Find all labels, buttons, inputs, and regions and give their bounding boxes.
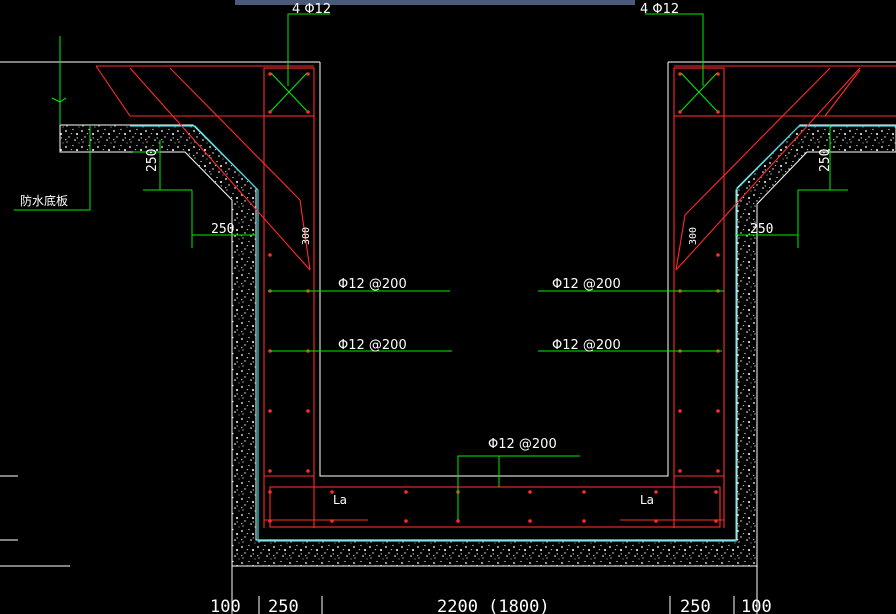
dim-right-250-vertical: 250 [818,149,833,172]
dim-left-250-horizontal: 250 [211,222,234,237]
cad-drawing-canvas: 4 Φ12 4 Φ12 防水底板 250 250 250 250 300 300… [0,0,896,614]
lap-right-label: La [640,493,654,507]
left-bar-label-2: Φ12 @200 [338,338,407,353]
bottom-dim-2: 250 [268,597,299,614]
dim-right-250-horizontal: 250 [750,222,773,237]
dim-right-300: 300 [688,227,699,245]
rebar-dots [268,72,720,523]
rebar-group [95,65,896,528]
lap-left-label: La [333,493,347,507]
top-left-bars-label: 4 Φ12 [292,2,331,17]
bottom-dim-3: 2200 (1800) [437,597,550,614]
bottom-dim-1: 100 [210,597,241,614]
left-bar-label-1: Φ12 @200 [338,277,407,292]
waterproof-slab-label: 防水底板 [20,193,68,208]
dim-left-300: 300 [301,227,312,245]
dim-left-250-vertical: 250 [145,149,160,172]
right-bar-label-2: Φ12 @200 [552,338,621,353]
top-right-bars-label: 4 Φ12 [640,2,679,17]
bottom-dim-5: 100 [741,597,772,614]
bottom-dim-4: 250 [680,597,711,614]
right-bar-label-1: Φ12 @200 [552,277,621,292]
bottom-bar-label: Φ12 @200 [488,437,557,452]
concrete-shell [59,124,896,567]
leader-lines [14,13,848,520]
